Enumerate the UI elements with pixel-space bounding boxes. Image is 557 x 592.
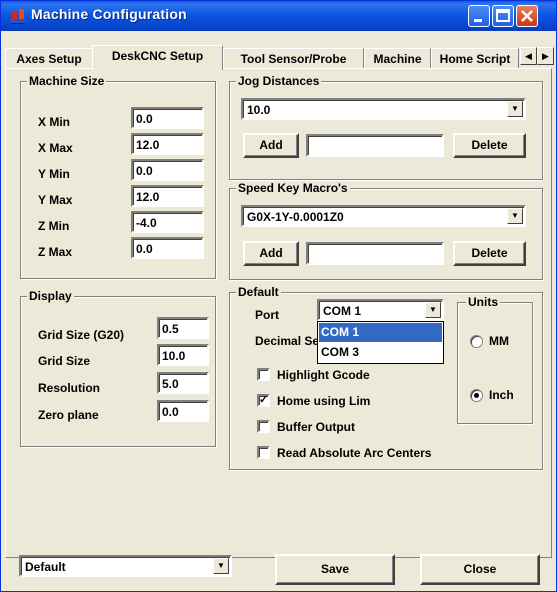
port-option-com3[interactable]: COM 3	[319, 343, 442, 362]
y-min-label: Y Min	[38, 167, 70, 181]
z-max-label: Z Max	[38, 245, 73, 259]
tab-label: Home Script	[439, 52, 511, 66]
units-mm-radio[interactable]	[470, 335, 483, 348]
group-title: Default	[236, 285, 281, 299]
home-using-limits-checkbox[interactable]: ✓	[257, 394, 270, 407]
x-max-label: X Max	[38, 141, 73, 155]
port-option-com1[interactable]: COM 1	[319, 323, 442, 342]
minimize-button[interactable]	[468, 5, 490, 27]
zero-plane-label: Zero plane	[38, 408, 99, 422]
speed-key-delete-button[interactable]: Delete	[453, 241, 526, 266]
grid-size-label: Grid Size	[38, 354, 91, 368]
units-mm-label: MM	[489, 334, 509, 348]
close-button[interactable]: Close	[420, 554, 540, 585]
chevron-down-icon[interactable]: ▼	[425, 302, 441, 318]
group-title: Units	[466, 295, 500, 309]
units-inch-radio[interactable]	[470, 389, 483, 402]
tab-axes-setup[interactable]: Axes Setup	[5, 48, 93, 69]
decimal-separator-label: Decimal Se	[255, 334, 320, 348]
window-title: Machine Configuration	[31, 6, 187, 22]
units-inch-label: Inch	[489, 388, 514, 402]
x-min-field[interactable]: 0.0	[131, 107, 204, 129]
tab-machine[interactable]: Machine	[364, 48, 431, 69]
chevron-down-icon[interactable]: ▼	[213, 558, 229, 574]
chevron-down-icon[interactable]: ▼	[507, 101, 523, 117]
speed-key-macro-value: G0X-1Y-0.0001Z0	[247, 210, 344, 224]
jog-distance-select[interactable]: 10.0 ▼	[241, 98, 526, 120]
tab-deskcnc-setup[interactable]: DeskCNC Setup	[92, 45, 223, 70]
resolution-label: Resolution	[38, 381, 100, 395]
zero-plane-field[interactable]: 0.0	[157, 400, 209, 422]
maximize-icon	[496, 9, 510, 22]
tab-label: DeskCNC Setup	[111, 49, 204, 63]
group-title: Machine Size	[27, 74, 107, 88]
jog-distance-value: 10.0	[247, 103, 271, 117]
app-icon	[10, 9, 26, 24]
radio-selected-dot	[474, 393, 479, 398]
highlight-gcode-label: Highlight Gcode	[277, 368, 370, 382]
chevron-down-icon[interactable]: ▼	[507, 208, 523, 224]
close-icon	[521, 10, 533, 22]
group-title: Jog Distances	[236, 74, 322, 88]
y-max-label: Y Max	[38, 193, 73, 207]
tab-scroll-left-button[interactable]: ◀	[520, 47, 537, 65]
speed-key-input[interactable]	[306, 242, 444, 265]
maximize-button[interactable]	[492, 5, 514, 27]
tab-label: Axes Setup	[16, 52, 82, 66]
tab-scroll-right-button[interactable]: ▶	[537, 47, 554, 65]
highlight-gcode-checkbox[interactable]	[257, 368, 270, 381]
checkmark-icon: ✓	[259, 394, 269, 406]
port-dropdown-list: COM 1 COM 3	[317, 321, 444, 364]
x-max-field[interactable]: 12.0	[131, 133, 204, 155]
x-min-label: X Min	[38, 115, 70, 129]
title-bar[interactable]: Machine Configuration	[1, 1, 556, 31]
port-select[interactable]: COM 1 ▼	[317, 299, 444, 321]
machine-configuration-window: Machine Configuration Axes Setup DeskCNC…	[0, 0, 557, 592]
tab-label: Machine	[373, 52, 422, 66]
z-min-label: Z Min	[38, 219, 70, 233]
buffer-output-label: Buffer Output	[277, 420, 355, 434]
z-min-field[interactable]: -4.0	[131, 211, 204, 233]
arrow-left-icon: ◀	[525, 51, 532, 61]
group-title: Display	[27, 289, 74, 303]
profile-select[interactable]: Default ▼	[19, 555, 232, 577]
grid-size-field[interactable]: 10.0	[157, 344, 209, 366]
close-window-button[interactable]	[516, 5, 538, 27]
arrow-right-icon: ▶	[542, 51, 549, 61]
speed-key-macros-group: Speed Key Macro's	[229, 181, 543, 280]
save-button[interactable]: Save	[275, 554, 395, 585]
home-using-limits-label: Home using Lim	[277, 394, 371, 408]
grid-size-g20-field[interactable]: 0.5	[157, 317, 209, 339]
minimize-icon	[474, 19, 482, 22]
z-max-field[interactable]: 0.0	[131, 237, 204, 259]
jog-distance-input[interactable]	[306, 134, 444, 157]
jog-add-button[interactable]: Add	[243, 133, 299, 158]
read-absolute-arc-centers-checkbox[interactable]	[257, 446, 270, 459]
y-max-field[interactable]: 12.0	[131, 185, 204, 207]
tab-strip: Axes Setup DeskCNC Setup Tool Sensor/Pro…	[5, 37, 556, 70]
jog-delete-button[interactable]: Delete	[453, 133, 526, 158]
buffer-output-checkbox[interactable]	[257, 420, 270, 433]
speed-key-macro-select[interactable]: G0X-1Y-0.0001Z0 ▼	[241, 205, 526, 227]
resolution-field[interactable]: 5.0	[157, 372, 209, 394]
profile-value: Default	[25, 560, 66, 574]
port-label: Port	[255, 308, 279, 322]
tab-home-script[interactable]: Home Script	[431, 48, 519, 69]
jog-distances-group: Jog Distances	[229, 74, 543, 180]
read-absolute-arc-centers-label: Read Absolute Arc Centers	[277, 446, 432, 460]
port-value: COM 1	[323, 304, 362, 318]
y-min-field[interactable]: 0.0	[131, 159, 204, 181]
units-group: Units	[457, 295, 533, 424]
tab-label: Tool Sensor/Probe	[240, 52, 347, 66]
tab-tool-sensor-probe[interactable]: Tool Sensor/Probe	[223, 48, 364, 69]
tab-scroll-buttons: ◀ ▶	[520, 47, 554, 67]
group-title: Speed Key Macro's	[236, 181, 350, 195]
speed-key-add-button[interactable]: Add	[243, 241, 299, 266]
grid-size-g20-label: Grid Size (G20)	[38, 328, 125, 342]
